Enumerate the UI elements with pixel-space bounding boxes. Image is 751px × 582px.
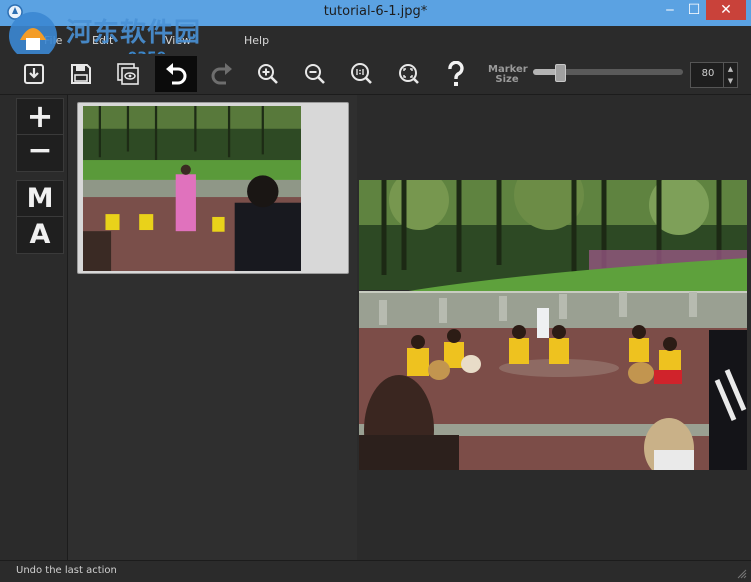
marker-size-label-line2: Size xyxy=(495,74,519,85)
zoom-in-icon xyxy=(258,64,278,84)
marker-size-slider[interactable] xyxy=(533,64,683,82)
add-marker-button[interactable]: + xyxy=(16,98,64,136)
marker-size-label: Marker Size xyxy=(488,65,528,85)
remove-marker-button[interactable]: − xyxy=(16,134,64,172)
maximize-button[interactable]: ☐ xyxy=(682,0,706,20)
resize-grip-icon[interactable] xyxy=(737,569,747,579)
marker-size-value[interactable]: 80 xyxy=(697,68,719,79)
toolbar: Marker Size 80 ▲ ▼ xyxy=(0,54,751,95)
close-button[interactable]: ✕ xyxy=(706,0,746,20)
auto-mode-button[interactable]: A xyxy=(16,216,64,254)
watermark-text: 河东软件园 xyxy=(66,18,202,48)
menu-help[interactable]: Help xyxy=(244,34,269,47)
minimize-button[interactable]: ‒ xyxy=(658,0,682,20)
marker-size-slider-thumb[interactable] xyxy=(555,64,566,82)
zoom-in-button[interactable] xyxy=(250,56,286,92)
zoom-actual-size-button[interactable] xyxy=(344,56,380,92)
main-photo xyxy=(359,180,747,470)
help-icon xyxy=(448,61,464,86)
zoom-out-button[interactable] xyxy=(297,56,333,92)
status-bar: Undo the last action xyxy=(0,560,751,582)
help-button[interactable] xyxy=(438,56,474,92)
preview-button[interactable] xyxy=(110,56,146,92)
marker-size-spinbox[interactable]: 80 ▲ ▼ xyxy=(690,62,738,88)
spin-up-icon[interactable]: ▲ xyxy=(724,63,737,75)
main-image-canvas[interactable] xyxy=(359,180,747,470)
save-icon xyxy=(71,64,91,84)
image-thumbnail-card[interactable] xyxy=(77,102,349,274)
preview-icon xyxy=(117,63,139,85)
zoom-actual-size-icon xyxy=(351,63,372,84)
zoom-fit-button[interactable] xyxy=(391,56,427,92)
zoom-fit-icon xyxy=(399,64,419,84)
redo-button[interactable] xyxy=(204,56,240,92)
zoom-out-icon xyxy=(305,64,325,84)
thumbnail-image xyxy=(83,106,301,271)
redo-icon xyxy=(211,63,232,85)
app-window: tutorial-6-1.jpg* ‒ ☐ ✕ File Edit View H… xyxy=(0,0,751,582)
import-button[interactable] xyxy=(16,56,52,92)
undo-icon xyxy=(166,63,187,85)
save-button[interactable] xyxy=(63,56,99,92)
spin-down-icon[interactable]: ▼ xyxy=(724,75,737,87)
status-text: Undo the last action xyxy=(16,565,117,576)
manual-mode-button[interactable]: M xyxy=(16,180,64,218)
import-icon xyxy=(24,64,44,84)
marker-size-spin-arrows[interactable]: ▲ ▼ xyxy=(723,63,737,87)
undo-button[interactable] xyxy=(155,56,197,92)
